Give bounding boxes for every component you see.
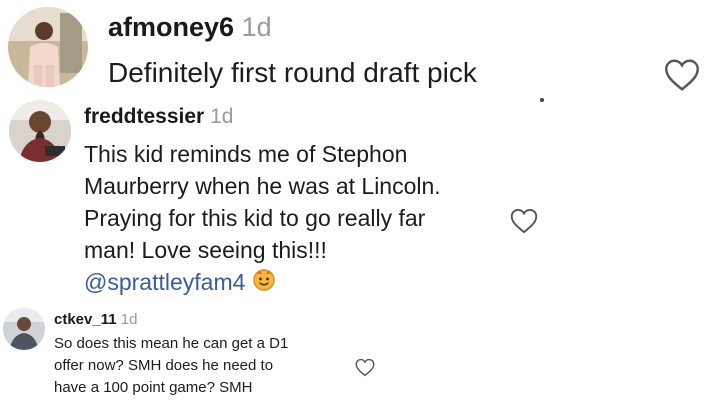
comment-timestamp: 1d [241,12,272,42]
comment-text-line: Definitely first round draft pick [108,57,477,88]
username-text[interactable]: afmoney6 [108,12,234,42]
comment-body: This kid reminds me of Stephon Maurberry… [84,138,441,300]
avatar[interactable] [3,308,45,350]
comment-mention-line: @sprattleyfam4 [84,266,441,300]
comment-text-line: Maurberry when he was at Lincoln. [84,173,441,199]
comment-text-line: man! Love seeing this!!! [84,237,327,263]
comment-text-line: offer now? SMH does he need to [54,357,274,374]
avatar[interactable] [9,100,71,162]
comment-text-line: have a 100 point game? SMH [54,379,253,396]
username-text[interactable]: freddtessier [84,105,204,128]
comment-text-line: This kid reminds me of Stephon [84,141,408,167]
mention-link[interactable]: @sprattleyfam4 [84,269,245,295]
like-heart-icon[interactable] [510,208,538,234]
like-heart-icon[interactable] [664,58,700,92]
comment-username[interactable]: afmoney6 1d [108,12,272,43]
comment-body: So does this mean he can get a D1 offer … [54,333,288,399]
like-heart-icon[interactable] [355,358,375,377]
comment-text-line: So does this mean he can get a D1 [54,335,289,352]
comment-timestamp: 1d [210,105,234,128]
smiling-face-emoji-icon [252,268,276,300]
comment-body: Definitely first round draft pick [108,55,477,91]
comment-text-line: Praying for this kid to go really far [84,205,426,231]
comment-username[interactable]: freddtessier 1d [84,105,233,129]
comment-username[interactable]: ctkev_11 1d [54,311,137,328]
comment-timestamp: 1d [120,311,138,328]
avatar[interactable] [8,7,88,87]
stray-mark [540,98,544,102]
username-text[interactable]: ctkev_11 [54,311,117,328]
